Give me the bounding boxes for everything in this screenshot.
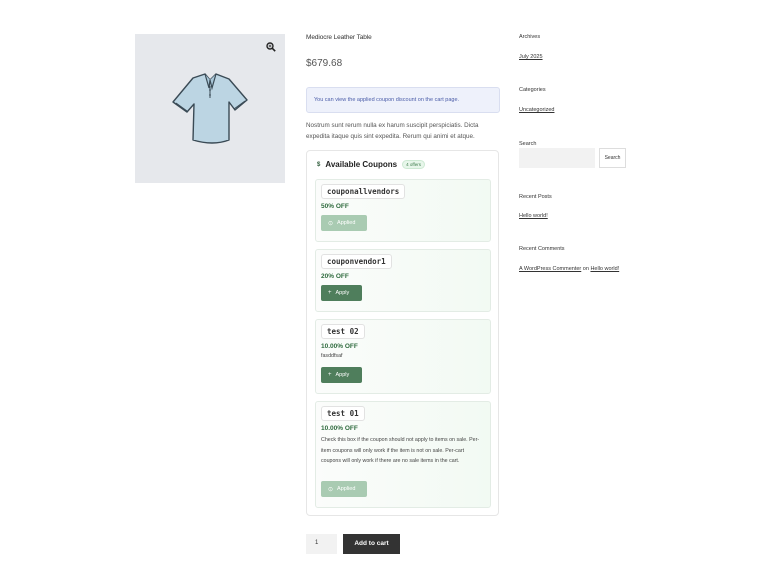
coupon-card: test 02 10.00% OFF fasddfsaf + Apply <box>315 319 491 394</box>
check-circle-icon: ⊙ <box>328 220 334 227</box>
recent-posts-title: Recent Posts <box>519 194 552 200</box>
categories-link[interactable]: Uncategorized <box>519 107 554 113</box>
coupon-discount: 20% OFF <box>321 273 349 280</box>
add-to-cart-form: 1 Add to cart <box>306 534 400 554</box>
coupon-code[interactable]: test 02 <box>321 324 365 339</box>
tshirt-image <box>172 73 248 144</box>
recent-comments-title: Recent Comments <box>519 246 565 252</box>
coupon-apply-button[interactable]: + Apply <box>321 367 362 383</box>
categories-title: Categories <box>519 87 546 93</box>
recent-post-link[interactable]: Hello world! <box>519 213 548 219</box>
coupon-applied-button[interactable]: ⊙ Applied <box>321 215 367 231</box>
comment-author-link[interactable]: A WordPress Commenter <box>519 266 581 272</box>
product-image[interactable] <box>135 34 285 183</box>
coupon-code[interactable]: couponallvendors <box>321 184 406 199</box>
coupon-code[interactable]: couponvendor1 <box>321 254 392 269</box>
dollar-icon: $ <box>317 161 321 168</box>
add-to-cart-button[interactable]: Add to cart <box>343 534 400 554</box>
button-label: Applied <box>337 220 356 226</box>
check-circle-icon: ⊙ <box>328 486 334 493</box>
coupon-discount: 10.00% OFF <box>321 425 358 432</box>
coupon-card: couponallvendors 50% OFF ⊙ Applied <box>315 179 491 242</box>
coupon-notice: You can view the applied coupon discount… <box>306 87 500 113</box>
recent-comment: A WordPress Commenter on Hello world! <box>519 264 629 276</box>
offers-count-badge: 4 offers <box>402 160 425 169</box>
coupon-description: Check this box if the coupon should not … <box>321 437 480 464</box>
coupon-description: fasddfsaf <box>321 353 343 359</box>
product-description: Nostrum sunt rerum nulla ex harum suscip… <box>306 122 479 140</box>
product-price: $679.68 <box>306 58 343 69</box>
coupon-applied-button[interactable]: ⊙ Applied <box>321 481 367 497</box>
button-label: Applied <box>337 486 356 492</box>
plus-icon: + <box>328 290 332 296</box>
archives-title: Archives <box>519 34 541 40</box>
available-coupons-panel: $ Available Coupons 4 offers couponallve… <box>306 150 499 516</box>
coupon-card: couponvendor1 20% OFF + Apply <box>315 249 491 312</box>
coupon-discount: 50% OFF <box>321 203 349 210</box>
coupons-header: $ Available Coupons 4 offers <box>317 160 425 169</box>
coupon-card: test 01 10.00% OFF Check this box if the… <box>315 401 491 508</box>
search-title: Search <box>519 141 537 147</box>
search-button[interactable]: Search <box>599 148 626 168</box>
coupon-code[interactable]: test 01 <box>321 406 365 421</box>
coupon-discount: 10.00% OFF <box>321 343 358 350</box>
archives-link[interactable]: July 2025 <box>519 54 543 60</box>
comment-post-link[interactable]: Hello world! <box>590 266 619 272</box>
coupon-apply-button[interactable]: + Apply <box>321 285 362 301</box>
quantity-input[interactable]: 1 <box>306 534 337 554</box>
search-input[interactable] <box>519 148 595 168</box>
comment-on-text: on <box>582 266 589 272</box>
button-label: Apply <box>335 372 350 378</box>
zoom-icon[interactable] <box>266 42 276 52</box>
product-title: Mediocre Leather Table <box>306 34 372 41</box>
plus-icon: + <box>328 372 332 378</box>
product-summary: Mediocre Leather Table $679.68 You can v… <box>306 30 500 142</box>
button-label: Apply <box>335 290 350 296</box>
coupons-title: Available Coupons <box>325 160 398 169</box>
